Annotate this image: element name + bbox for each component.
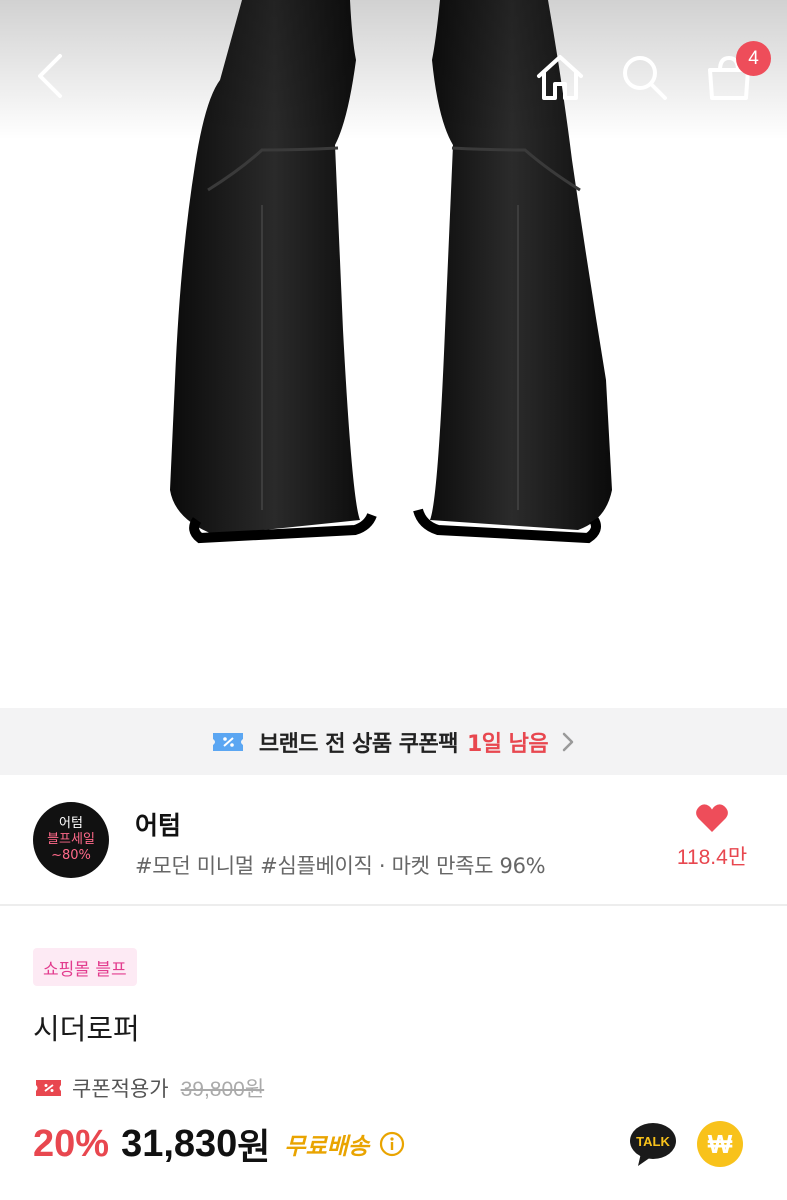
- heart-icon: [696, 804, 728, 832]
- store-logo[interactable]: 어텀 블프세일 ~80%: [33, 802, 109, 878]
- product-name: 시더로퍼: [33, 1012, 140, 1046]
- back-icon: [38, 54, 62, 98]
- store-logo-sale: 블프세일: [47, 832, 95, 847]
- home-icon: [537, 55, 583, 100]
- coupon-pack-banner[interactable]: 브랜드 전 상품 쿠폰팩 1일 남음: [0, 708, 787, 775]
- won-icon: ₩: [707, 1128, 733, 1159]
- store-tags: #모던 미니멀 #심플베이직 · 마켓 만족도 96%: [135, 854, 546, 878]
- free-shipping-label: 무료배송: [284, 1134, 370, 1160]
- coupon-remaining: 1일 남음: [466, 731, 549, 757]
- search-button[interactable]: [617, 50, 671, 104]
- store-info: 어텀 블프세일 ~80% 어텀 #모던 미니멀 #심플베이직 · 마켓 만족도 …: [0, 775, 787, 906]
- chevron-right-icon: [562, 732, 574, 751]
- coupon-banner-label: 브랜드 전 상품 쿠폰팩: [258, 731, 459, 757]
- price-row: 20% 31,830 원 무료배송: [33, 1118, 405, 1170]
- final-price: 31,830: [121, 1122, 238, 1165]
- info-icon[interactable]: [379, 1131, 405, 1157]
- pay-button[interactable]: ₩: [697, 1121, 743, 1167]
- promo-tag: 쇼핑몰 블프: [33, 948, 137, 986]
- discount-rate: 20%: [33, 1122, 110, 1165]
- store-like-button[interactable]: 118.4만: [662, 803, 762, 883]
- kakao-talk-button[interactable]: TALK: [629, 1122, 677, 1168]
- coupon-price-label: 쿠폰적용가: [72, 1077, 169, 1101]
- cart-count-badge: 4: [736, 41, 771, 76]
- top-bar: 4: [0, 0, 787, 150]
- talk-label: TALK: [636, 1134, 670, 1149]
- talk-bubble-icon: TALK: [630, 1123, 676, 1166]
- search-icon: [623, 56, 667, 100]
- coupon-ticket-icon: [36, 1080, 61, 1096]
- store-logo-discount: ~80%: [51, 848, 91, 863]
- back-button[interactable]: [30, 50, 74, 102]
- currency-label: 원: [237, 1127, 271, 1168]
- store-name[interactable]: 어텀: [135, 806, 181, 842]
- original-price: 39,800원: [180, 1078, 265, 1101]
- like-count: 118.4만: [676, 846, 748, 869]
- coupon-ticket-icon: [212, 732, 243, 751]
- home-button[interactable]: [533, 52, 587, 102]
- coupon-price-row: 쿠폰적용가 39,800원: [35, 1073, 264, 1103]
- store-logo-name: 어텀: [59, 816, 83, 831]
